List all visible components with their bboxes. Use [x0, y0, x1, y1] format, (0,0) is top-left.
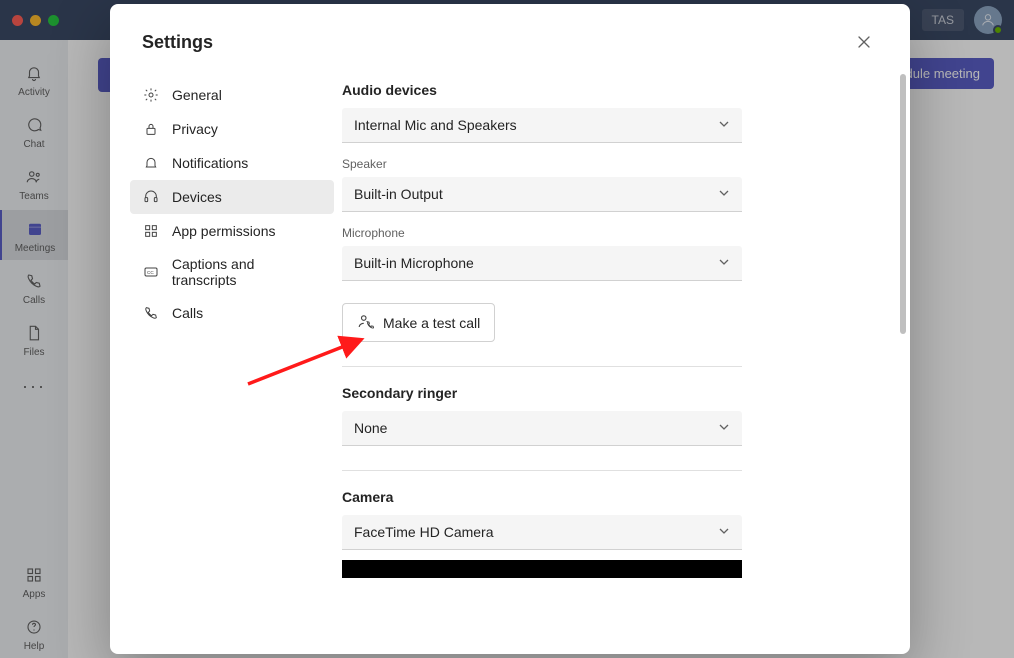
nav-label: Captions and transcripts: [172, 256, 322, 288]
close-button[interactable]: [850, 28, 878, 56]
scrollbar-thumb[interactable]: [900, 74, 906, 334]
camera-preview-redacted: [342, 560, 742, 578]
audio-devices-heading: Audio devices: [342, 82, 742, 98]
select-value: Built-in Microphone: [354, 255, 474, 271]
modal-title: Settings: [142, 32, 213, 53]
grid-icon: [142, 222, 160, 240]
nav-item-general[interactable]: General: [130, 78, 334, 112]
nav-label: Calls: [172, 305, 203, 321]
chevron-down-icon: [718, 524, 730, 540]
nav-item-devices[interactable]: Devices: [130, 180, 334, 214]
nav-item-privacy[interactable]: Privacy: [130, 112, 334, 146]
close-icon: [857, 35, 871, 49]
nav-item-captions[interactable]: CC Captions and transcripts: [130, 248, 334, 296]
chevron-down-icon: [718, 186, 730, 202]
nav-item-notifications[interactable]: Notifications: [130, 146, 334, 180]
headset-icon: [142, 188, 160, 206]
audio-device-select[interactable]: Internal Mic and Speakers: [342, 108, 742, 143]
nav-label: General: [172, 87, 222, 103]
phone-icon: [142, 304, 160, 322]
chevron-down-icon: [718, 117, 730, 133]
select-value: FaceTime HD Camera: [354, 524, 494, 540]
gear-icon: [142, 86, 160, 104]
nav-item-calls[interactable]: Calls: [130, 296, 334, 330]
chevron-down-icon: [718, 255, 730, 271]
nav-label: Privacy: [172, 121, 218, 137]
secondary-ringer-heading: Secondary ringer: [342, 385, 742, 401]
nav-label: App permissions: [172, 223, 276, 239]
nav-label: Notifications: [172, 155, 248, 171]
settings-modal: Settings General Privacy Notifications D…: [110, 4, 910, 654]
modal-header: Settings: [110, 4, 910, 68]
captions-icon: CC: [142, 263, 160, 281]
button-label: Make a test call: [383, 315, 480, 331]
microphone-label: Microphone: [342, 226, 742, 240]
camera-heading: Camera: [342, 489, 742, 505]
make-test-call-button[interactable]: Make a test call: [342, 303, 495, 342]
speaker-label: Speaker: [342, 157, 742, 171]
secondary-ringer-select[interactable]: None: [342, 411, 742, 446]
divider: [342, 366, 742, 367]
select-value: Built-in Output: [354, 186, 443, 202]
svg-text:CC: CC: [147, 270, 154, 275]
camera-select[interactable]: FaceTime HD Camera: [342, 515, 742, 550]
person-call-icon: [357, 312, 375, 333]
speaker-select[interactable]: Built-in Output: [342, 177, 742, 212]
select-value: None: [354, 420, 387, 436]
lock-icon: [142, 120, 160, 138]
settings-content: Audio devices Internal Mic and Speakers …: [342, 68, 910, 654]
select-value: Internal Mic and Speakers: [354, 117, 517, 133]
nav-label: Devices: [172, 189, 222, 205]
bell-icon: [142, 154, 160, 172]
settings-nav: General Privacy Notifications Devices Ap…: [110, 68, 342, 654]
microphone-select[interactable]: Built-in Microphone: [342, 246, 742, 281]
chevron-down-icon: [718, 420, 730, 436]
nav-item-app-permissions[interactable]: App permissions: [130, 214, 334, 248]
divider: [342, 470, 742, 471]
